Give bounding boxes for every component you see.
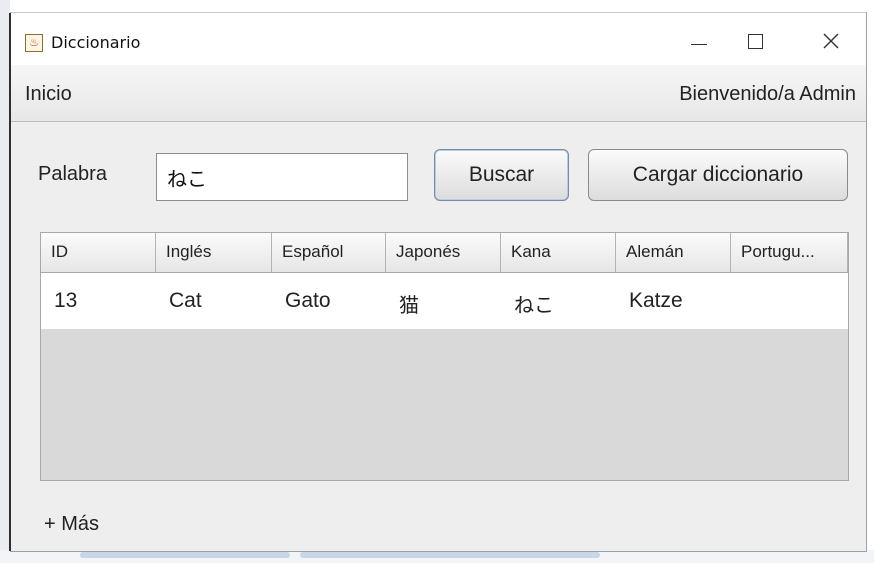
palabra-label: Palabra bbox=[38, 163, 107, 185]
cell-espanol[interactable]: Gato bbox=[272, 273, 386, 329]
java-cup-icon: ♨ bbox=[25, 34, 43, 52]
title-bar[interactable]: ♨ Diccionario bbox=[11, 13, 866, 65]
close-button[interactable] bbox=[803, 21, 859, 61]
results-table: ID Inglés Español Japonés Kana Alemán Po… bbox=[40, 232, 849, 481]
load-dictionary-button[interactable]: Cargar diccionario bbox=[588, 149, 848, 201]
cell-kana[interactable]: ねこ bbox=[501, 273, 616, 329]
cell-ingles[interactable]: Cat bbox=[156, 273, 272, 329]
table-row[interactable]: 13 Cat Gato 猫 ねこ Katze bbox=[41, 273, 848, 329]
menu-bar: Inicio Bienvenido/a Admin bbox=[11, 65, 866, 122]
column-header-id[interactable]: ID bbox=[41, 233, 156, 273]
menu-inicio[interactable]: Inicio bbox=[25, 83, 72, 106]
search-input[interactable] bbox=[156, 153, 408, 201]
cell-portugues[interactable] bbox=[731, 273, 848, 329]
minimize-icon bbox=[691, 43, 707, 45]
table-body: 13 Cat Gato 猫 ねこ Katze bbox=[41, 273, 848, 329]
minimize-button[interactable] bbox=[671, 21, 727, 61]
column-header-portugues[interactable]: Portugu... bbox=[731, 233, 848, 273]
cell-japones[interactable]: 猫 bbox=[386, 273, 501, 329]
dictionary-window: ♨ Diccionario Inicio Bienvenido/a Admin … bbox=[9, 12, 867, 552]
close-icon bbox=[823, 33, 839, 49]
maximize-button[interactable] bbox=[727, 21, 783, 61]
table-header: ID Inglés Español Japonés Kana Alemán Po… bbox=[41, 233, 848, 273]
column-header-aleman[interactable]: Alemán bbox=[616, 233, 731, 273]
cell-id[interactable]: 13 bbox=[41, 273, 156, 329]
column-header-ingles[interactable]: Inglés bbox=[156, 233, 272, 273]
search-button[interactable]: Buscar bbox=[434, 149, 569, 201]
column-header-kana[interactable]: Kana bbox=[501, 233, 616, 273]
maximize-icon bbox=[747, 33, 763, 49]
column-header-espanol[interactable]: Español bbox=[272, 233, 386, 273]
window-title: Diccionario bbox=[51, 33, 141, 52]
column-header-japones[interactable]: Japonés bbox=[386, 233, 501, 273]
cell-aleman[interactable]: Katze bbox=[616, 273, 731, 329]
more-link[interactable]: + Más bbox=[44, 513, 99, 536]
welcome-label: Bienvenido/a Admin bbox=[679, 83, 856, 105]
